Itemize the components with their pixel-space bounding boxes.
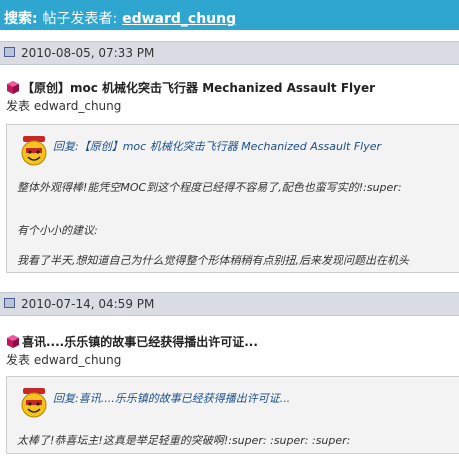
quote-title: 回复:喜讯....乐乐镇的故事已经获得播出许可证...	[53, 392, 291, 405]
post-title-link[interactable]: 喜讯....乐乐镇的故事已经获得播出许可证...	[22, 335, 258, 349]
square-icon	[4, 47, 15, 57]
post-date: 2010-08-05, 07:33 PM	[21, 46, 155, 60]
post-meta: 发表 edward_chung	[6, 97, 121, 114]
quote-box: 回复:【原创】moc 机械化突击飞行器 Mechanized Assault F…	[6, 124, 459, 273]
search-label: 搜索:	[4, 11, 38, 27]
quote-avatar	[17, 385, 51, 423]
post-meta-label: 发表	[6, 353, 31, 367]
smiley-face-icon	[21, 136, 47, 166]
search-user-link[interactable]: edward_chung	[122, 11, 236, 27]
post-title: 喜讯....乐乐镇的故事已经获得播出许可证...	[6, 333, 258, 350]
quote-line: 我看了半天,想知道自己为什么觉得整个形体稍稍有点别扭,后来发现问题出在机头	[17, 254, 409, 267]
post-meta-label: 发表	[6, 99, 31, 113]
post-title: 【原创】moc 机械化突击飞行器 Mechanized Assault Flye…	[6, 79, 375, 96]
post-meta: 发表 edward_chung	[6, 351, 121, 368]
lego-brick-icon	[7, 335, 19, 348]
post-date: 2010-07-14, 04:59 PM	[21, 297, 155, 311]
quote-line: 整体外观得棒!能凭空MOC到这个程度已经得不容易了,配色也蛮写实的!:super…	[17, 181, 402, 194]
quote-avatar	[17, 133, 51, 171]
search-header: 搜索: 帖子发表者: edward_chung	[0, 0, 459, 30]
quote-title: 回复:【原创】moc 机械化突击飞行器 Mechanized Assault F…	[53, 140, 382, 153]
post-title-link[interactable]: 【原创】moc 机械化突击飞行器 Mechanized Assault Flye…	[22, 81, 375, 95]
square-icon	[4, 298, 15, 308]
quote-line: 有个小小的建议:	[17, 224, 98, 237]
search-subject: 帖子发表者:	[42, 11, 118, 27]
post-author-link[interactable]: edward_chung	[34, 353, 122, 367]
smiley-face-icon	[21, 388, 47, 418]
quote-box: 回复:喜讯....乐乐镇的故事已经获得播出许可证... 太棒了!恭喜坛主!这真是…	[6, 376, 459, 454]
lego-brick-icon	[7, 81, 19, 94]
post-author-link[interactable]: edward_chung	[34, 99, 122, 113]
post-date-bar: 2010-07-14, 04:59 PM	[0, 292, 459, 316]
quote-line: 太棒了!恭喜坛主!这真是举足轻重的突破啊!:super: :super: :su…	[17, 434, 351, 447]
post-date-bar: 2010-08-05, 07:33 PM	[0, 41, 459, 65]
